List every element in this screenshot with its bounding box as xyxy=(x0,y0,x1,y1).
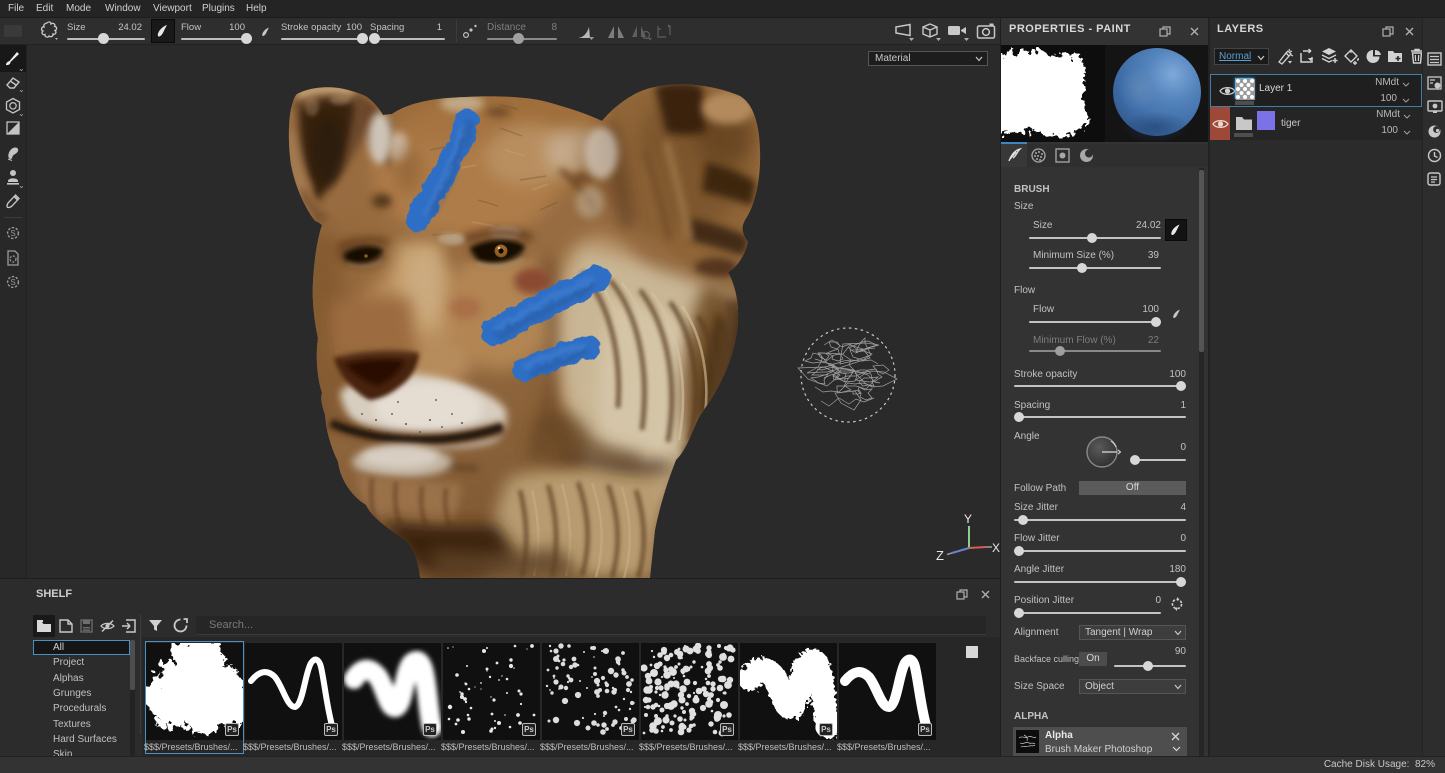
svg-text:S: S xyxy=(10,278,15,287)
svg-text:Z: Z xyxy=(936,548,944,563)
svg-text:X: X xyxy=(992,541,1000,555)
svg-text:S: S xyxy=(10,229,15,238)
svg-text:Y: Y xyxy=(964,512,972,526)
